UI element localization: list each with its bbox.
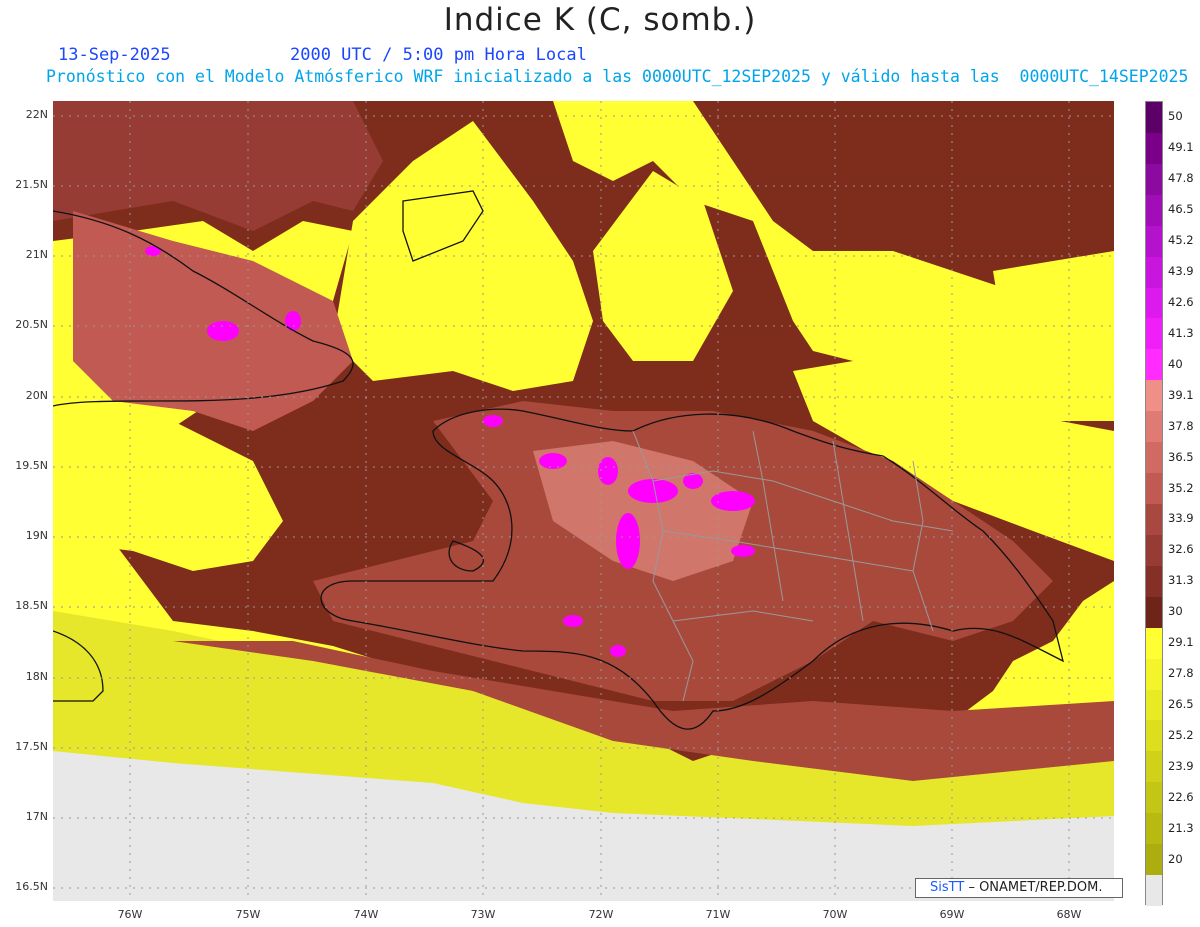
credit-text: – ONAMET/REP.DOM. bbox=[968, 880, 1103, 895]
lon-label: 70W bbox=[822, 908, 848, 921]
colorbar-swatch bbox=[1146, 225, 1162, 257]
colorbar-label: 50 bbox=[1168, 109, 1183, 124]
colorbar-swatch bbox=[1146, 844, 1162, 876]
colorbar-swatch bbox=[1146, 658, 1162, 690]
colorbar-swatch bbox=[1146, 318, 1162, 350]
colorbar-label: 25.2 bbox=[1168, 727, 1194, 742]
lon-label: 69W bbox=[939, 908, 965, 921]
colorbar-label: 20 bbox=[1168, 851, 1183, 866]
colorbar-swatch bbox=[1146, 875, 1162, 906]
colorbar-label: 36.5 bbox=[1168, 449, 1194, 464]
lon-label: 76W bbox=[117, 908, 143, 921]
colorbar-label: 23.9 bbox=[1168, 758, 1194, 773]
colorbar-label: 41.3 bbox=[1168, 325, 1194, 340]
lon-label: 68W bbox=[1056, 908, 1082, 921]
colorbar-label: 35.2 bbox=[1168, 480, 1194, 495]
lon-label: 73W bbox=[470, 908, 496, 921]
forecast-date: 13-Sep-2025 bbox=[58, 45, 171, 65]
colorbar-swatch bbox=[1146, 751, 1162, 783]
colorbar-label: 27.8 bbox=[1168, 666, 1194, 681]
lat-label: 17N bbox=[25, 810, 48, 823]
lon-label: 71W bbox=[705, 908, 731, 921]
colorbar bbox=[1145, 101, 1163, 906]
colorbar-swatch bbox=[1146, 689, 1162, 721]
lat-label: 21N bbox=[25, 248, 48, 261]
colorbar-label: 40 bbox=[1168, 356, 1183, 371]
lat-label: 20N bbox=[25, 389, 48, 402]
colorbar-swatch bbox=[1146, 380, 1162, 412]
colorbar-label: 33.9 bbox=[1168, 511, 1194, 526]
map-title: Indice K (C, somb.) bbox=[443, 2, 757, 38]
colorbar-swatch bbox=[1146, 720, 1162, 752]
colorbar-swatch bbox=[1146, 163, 1162, 195]
colorbar-label: 43.9 bbox=[1168, 264, 1194, 279]
lat-label: 22N bbox=[25, 108, 48, 121]
colorbar-label: 42.6 bbox=[1168, 295, 1194, 309]
lat-label: 17.5N bbox=[15, 740, 48, 753]
forecast-time: 2000 UTC / 5:00 pm Hora Local bbox=[290, 45, 587, 65]
colorbar-swatch bbox=[1146, 627, 1162, 659]
colorbar-label: 29.1 bbox=[1168, 635, 1194, 650]
colorbar-swatch bbox=[1146, 782, 1162, 814]
colorbar-swatch bbox=[1146, 473, 1162, 504]
colorbar-swatch bbox=[1146, 287, 1162, 319]
colorbar-label: 26.5 bbox=[1168, 697, 1194, 711]
lat-label: 21.5N bbox=[15, 178, 48, 191]
colorbar-label: 39.1 bbox=[1168, 387, 1194, 402]
colorbar-swatch bbox=[1146, 565, 1162, 597]
colorbar-swatch bbox=[1146, 349, 1162, 381]
colorbar-swatch bbox=[1146, 813, 1162, 845]
colorbar-swatch bbox=[1146, 442, 1162, 474]
lat-label: 20.5N bbox=[15, 318, 48, 331]
lon-label: 74W bbox=[353, 908, 379, 921]
lon-label: 72W bbox=[588, 908, 614, 921]
lat-label: 19N bbox=[25, 529, 48, 542]
colorbar-label: 47.8 bbox=[1168, 171, 1194, 186]
colorbar-swatch bbox=[1146, 596, 1162, 628]
colorbar-label: 46.5 bbox=[1168, 202, 1194, 217]
k-index-map bbox=[53, 101, 1114, 901]
colorbar-label: 32.6 bbox=[1168, 542, 1194, 557]
lon-label: 75W bbox=[235, 908, 261, 921]
colorbar-label: 37.8 bbox=[1168, 418, 1194, 433]
colorbar-label: 21.3 bbox=[1168, 820, 1194, 835]
colorbar-swatch bbox=[1146, 102, 1162, 133]
forecast-subtitle: Pronóstico con el Modelo Atmósferico WRF… bbox=[46, 67, 1189, 86]
colorbar-label: 30 bbox=[1168, 604, 1183, 619]
colorbar-swatch bbox=[1146, 411, 1162, 443]
colorbar-swatch bbox=[1146, 534, 1162, 566]
colorbar-label: 45.2 bbox=[1168, 233, 1194, 248]
colorbar-swatch bbox=[1146, 503, 1162, 535]
lat-label: 18.5N bbox=[15, 599, 48, 612]
lat-label: 16.5N bbox=[15, 880, 48, 893]
colorbar-label: 49.1 bbox=[1168, 140, 1194, 155]
colorbar-swatch bbox=[1146, 256, 1162, 288]
sistt-logo: SisTT bbox=[930, 880, 965, 895]
lat-label: 18N bbox=[25, 670, 48, 683]
colorbar-label: 31.3 bbox=[1168, 573, 1194, 588]
lat-label: 19.5N bbox=[15, 459, 48, 472]
colorbar-swatch bbox=[1146, 194, 1162, 226]
credit-box: SisTT – ONAMET/REP.DOM. bbox=[915, 878, 1123, 898]
colorbar-label: 22.6 bbox=[1168, 789, 1194, 804]
colorbar-swatch bbox=[1146, 132, 1162, 164]
